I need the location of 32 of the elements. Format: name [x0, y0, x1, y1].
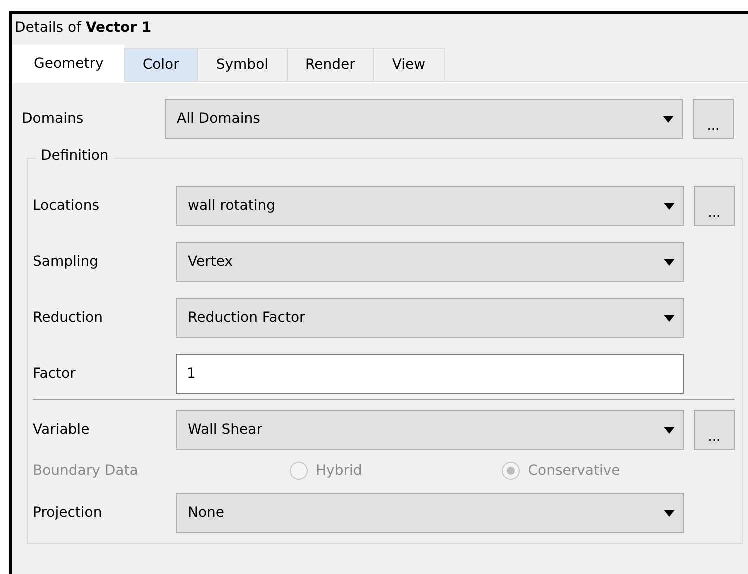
- tab[interactable]: Render: [286, 48, 374, 82]
- panel-title: Details of Vector 1: [14, 19, 153, 38]
- dropdown[interactable]: Vertex: [176, 242, 684, 282]
- field-label: Locations: [33, 198, 101, 214]
- dropdown[interactable]: Reduction Factor: [176, 298, 684, 338]
- input-field[interactable]: 1: [176, 354, 684, 394]
- field-label: Boundary Data: [33, 463, 140, 479]
- tab[interactable]: Geometry: [13, 45, 125, 82]
- dropdown[interactable]: wall rotating: [176, 186, 684, 226]
- caret-icon: [664, 314, 675, 322]
- caret-icon: [664, 202, 675, 210]
- radio-label: Conservative: [528, 463, 620, 479]
- dropdown[interactable]: None: [176, 493, 684, 533]
- field-label: Projection: [33, 505, 104, 521]
- field-label: Reduction: [33, 310, 104, 326]
- field-label: Domains: [22, 111, 85, 127]
- caret-icon: [663, 116, 674, 122]
- browse-button[interactable]: ...: [694, 410, 735, 450]
- tab[interactable]: View: [373, 48, 445, 82]
- dropdown[interactable]: Wall Shear: [176, 410, 684, 450]
- caret-icon: [664, 510, 675, 516]
- field-label: Factor: [33, 366, 77, 382]
- dropdown[interactable]: All Domains: [165, 99, 683, 139]
- caret-icon: [664, 426, 675, 434]
- tab[interactable]: Color: [124, 48, 198, 82]
- radio-label: Hybrid: [316, 463, 362, 479]
- browse-button[interactable]: ...: [693, 99, 734, 139]
- caret-icon: [664, 258, 675, 266]
- field-label: Variable: [33, 422, 91, 438]
- tab[interactable]: Symbol: [197, 48, 288, 82]
- field-label: Sampling: [33, 254, 100, 270]
- browse-button[interactable]: ...: [694, 186, 735, 226]
